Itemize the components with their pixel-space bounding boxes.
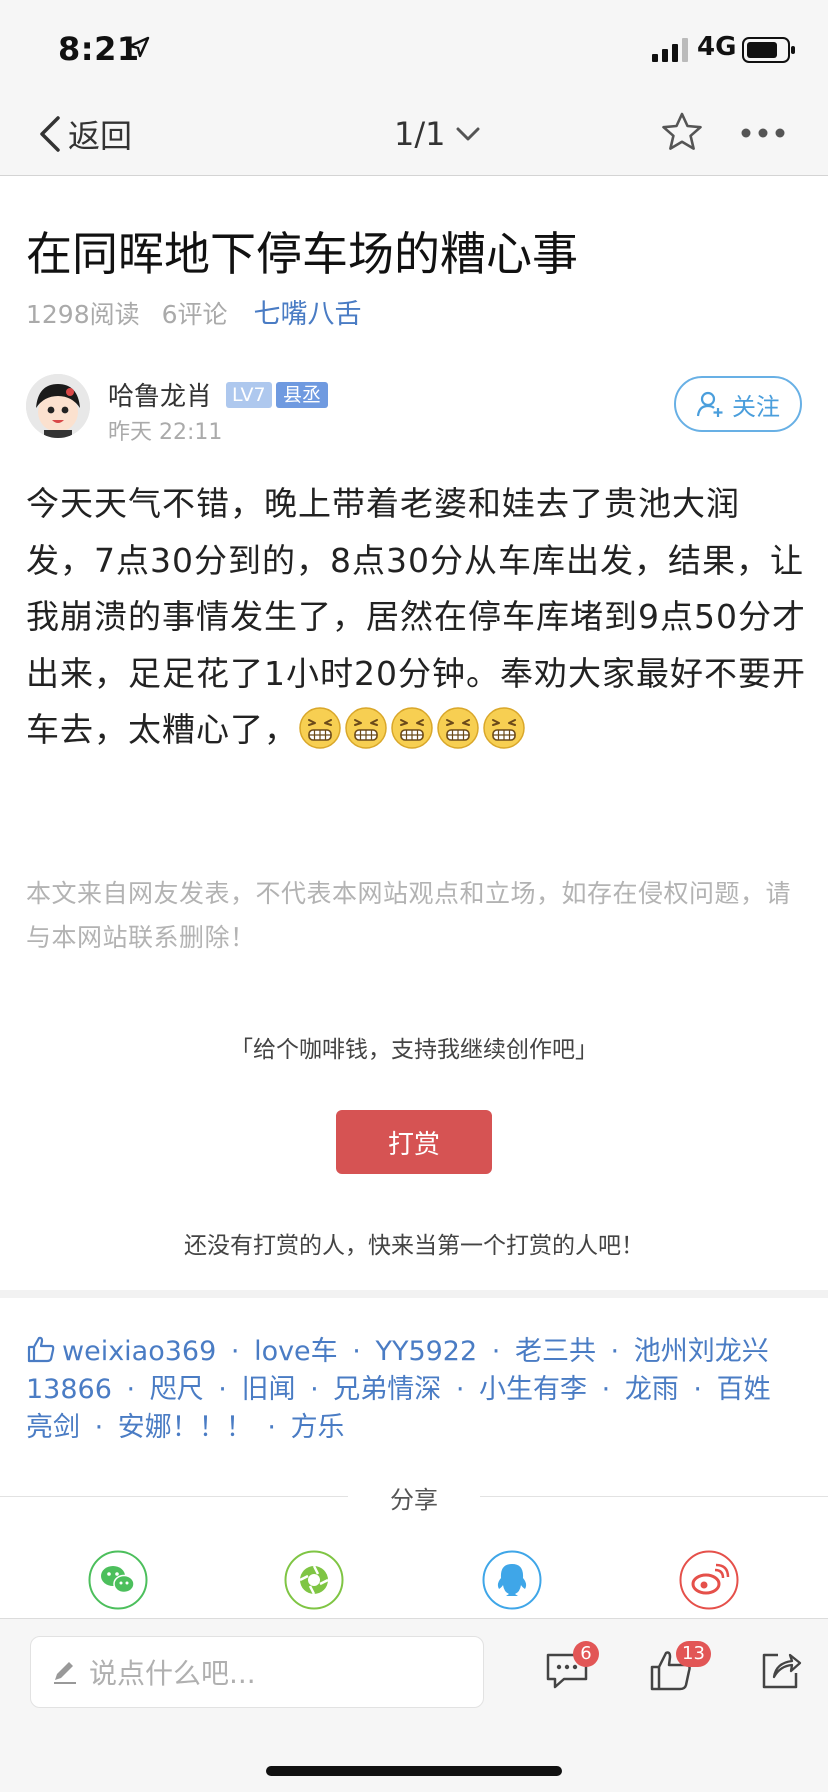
liker-name[interactable]: 安娜！！！: [118, 1412, 253, 1443]
liker-separator: ·: [455, 1374, 465, 1405]
section-divider: [0, 1290, 828, 1298]
moments-icon[interactable]: [284, 1550, 344, 1610]
post-time: 昨天 22:11: [108, 420, 223, 445]
comment-count-badge: 6: [573, 1641, 599, 1667]
grimacing-face-icon: [299, 707, 341, 749]
chevron-down-icon: [456, 127, 479, 141]
share-icon[interactable]: [758, 1647, 804, 1693]
follow-label: 关注: [732, 392, 780, 421]
share-title: 分享: [348, 1480, 480, 1515]
liker-name[interactable]: 龙雨: [625, 1374, 679, 1405]
page-indicator: 1/1: [394, 115, 446, 153]
level-badge: LV7: [226, 382, 272, 408]
grimacing-face-icon: [345, 707, 387, 749]
status-bar: 8:21 4G: [0, 0, 828, 96]
battery-icon: [742, 37, 795, 63]
liker-separator: ·: [310, 1374, 319, 1405]
network-type: 4G: [697, 32, 737, 62]
liker-separator: ·: [601, 1374, 611, 1405]
author-row: 哈鲁龙肖 LV7 县丞 昨天 22:11 关注: [26, 374, 802, 445]
wechat-icon[interactable]: [88, 1550, 148, 1610]
liker-name[interactable]: 咫尺: [150, 1374, 204, 1405]
liker-name[interactable]: 方乐: [291, 1412, 345, 1443]
location-arrow-icon: [128, 36, 150, 58]
back-button[interactable]: 返回: [38, 112, 132, 156]
author-name[interactable]: 哈鲁龙肖: [108, 376, 212, 413]
follow-button[interactable]: 关注: [674, 376, 802, 432]
qq-icon[interactable]: [482, 1550, 542, 1610]
add-user-icon: [696, 391, 723, 417]
liker-names: weixiao369 · love车 · YY5922 · 老三共 · 池州刘龙…: [26, 1336, 771, 1443]
back-label: 返回: [68, 117, 133, 155]
article-title: 在同晖地下停车场的糟心事: [26, 227, 578, 281]
signal-strength-icon: [652, 38, 688, 62]
article-body: 今天天气不错，晚上带着老婆和娃去了贵池大润发，7点30分到的，8点30分从车库出…: [26, 476, 806, 759]
liker-separator: ·: [610, 1336, 620, 1367]
article-meta: 1298阅读 6评论 七嘴八舌: [26, 292, 362, 331]
liker-name[interactable]: 旧闻: [241, 1374, 295, 1405]
read-count: 1298阅读: [26, 300, 140, 329]
reward-quote: 「给个咖啡钱，支持我继续创作吧」: [230, 1037, 598, 1063]
likes-list: weixiao369 · love车 · YY5922 · 老三共 · 池州刘龙…: [26, 1333, 796, 1447]
reward-empty-text: 还没有打赏的人，快来当第一个打赏的人吧！: [184, 1233, 644, 1259]
liker-separator: ·: [267, 1412, 276, 1443]
comment-input[interactable]: 说点什么吧...: [30, 1636, 484, 1708]
category-link[interactable]: 七嘴八舌: [254, 292, 362, 331]
liker-separator: ·: [693, 1374, 702, 1405]
emoji-row: [298, 707, 528, 749]
liker-name[interactable]: weixiao369: [62, 1336, 216, 1367]
star-icon[interactable]: [660, 110, 704, 154]
liker-separator: ·: [126, 1374, 136, 1405]
liker-separator: ·: [218, 1374, 227, 1405]
liker-separator: ·: [491, 1336, 501, 1367]
navigation-bar: 返回 1/1: [0, 96, 828, 176]
liker-name[interactable]: 小生有李: [479, 1374, 587, 1405]
page-selector[interactable]: 1/1: [394, 112, 480, 156]
liker-separator: ·: [352, 1336, 361, 1367]
comment-placeholder: 说点什么吧...: [89, 1657, 256, 1690]
reward-button[interactable]: 打赏: [336, 1110, 492, 1174]
liker-name[interactable]: 兄弟情深: [333, 1374, 441, 1405]
disclaimer-text: 本文来自网友发表，不代表本网站观点和立场，如存在侵权问题，请与本网站联系删除！: [26, 879, 792, 952]
grimacing-face-icon: [483, 707, 525, 749]
liker-name[interactable]: YY5922: [375, 1336, 477, 1367]
chevron-left-icon: [40, 116, 60, 152]
more-options-icon[interactable]: [740, 118, 786, 148]
liker-separator: ·: [230, 1336, 240, 1367]
weibo-icon[interactable]: [679, 1550, 739, 1610]
grimacing-face-icon: [391, 707, 433, 749]
liker-separator: ·: [94, 1412, 104, 1443]
thumbs-up-icon: [27, 1336, 55, 1363]
cartoon-girl-avatar-icon: [26, 374, 90, 438]
liker-name[interactable]: 老三共: [515, 1336, 596, 1367]
grimacing-face-icon: [437, 707, 479, 749]
avatar[interactable]: [26, 374, 90, 438]
liker-name[interactable]: love车: [254, 1336, 338, 1367]
comment-count: 6评论: [161, 300, 228, 329]
home-indicator: [266, 1766, 562, 1776]
like-count-badge: 13: [676, 1641, 711, 1667]
role-badge: 县丞: [276, 382, 329, 408]
share-targets: [0, 1550, 828, 1610]
pencil-icon: [54, 1662, 76, 1684]
